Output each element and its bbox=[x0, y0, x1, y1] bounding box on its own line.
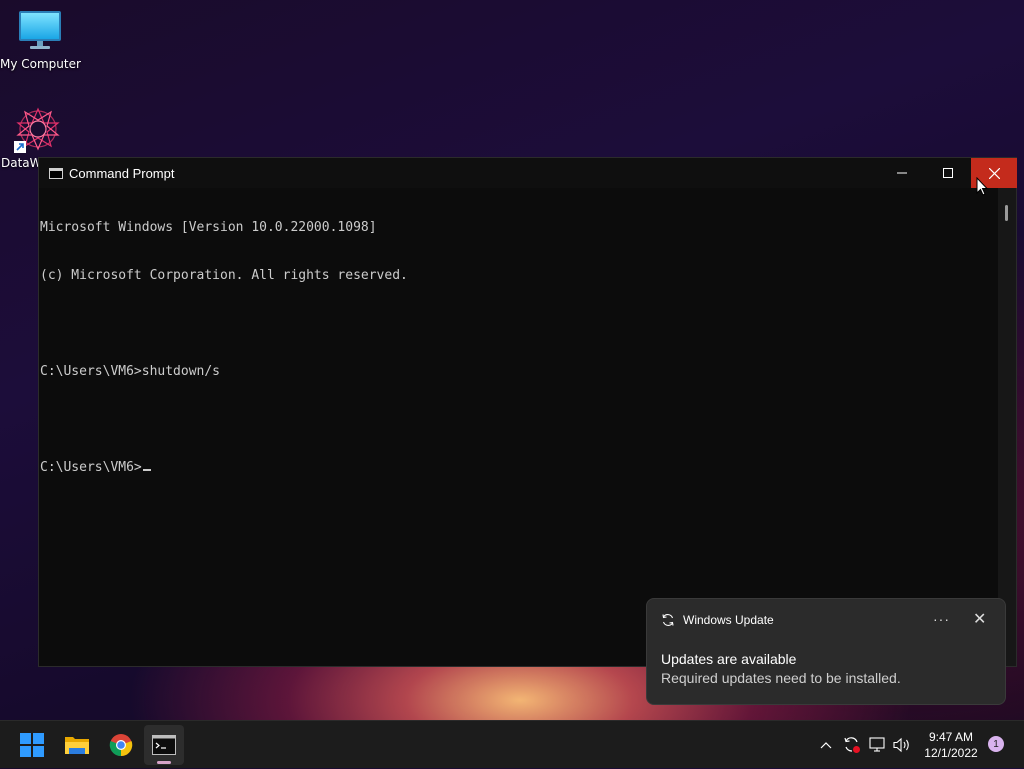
start-button[interactable] bbox=[12, 725, 52, 765]
close-icon bbox=[988, 167, 1000, 179]
system-tray bbox=[816, 721, 914, 769]
console-line: (c) Microsoft Corporation. All rights re… bbox=[40, 268, 408, 283]
windows-update-toast[interactable]: Windows Update ··· ✕ Updates are availab… bbox=[646, 598, 1006, 705]
chevron-up-icon bbox=[820, 742, 832, 749]
active-app-indicator bbox=[157, 761, 171, 764]
taskbar-file-explorer[interactable] bbox=[57, 725, 97, 765]
show-hidden-icons-button[interactable] bbox=[816, 741, 836, 749]
sync-icon bbox=[662, 614, 674, 626]
speaker-icon bbox=[893, 737, 909, 753]
minimize-icon bbox=[897, 172, 907, 174]
more-options-button[interactable]: ··· bbox=[933, 611, 950, 627]
start-icon bbox=[20, 733, 44, 757]
title-bar[interactable]: Command Prompt bbox=[39, 158, 1017, 188]
network-icon bbox=[869, 737, 885, 752]
console-line: Microsoft Windows [Version 10.0.22000.10… bbox=[40, 220, 377, 235]
update-tray-button[interactable] bbox=[838, 736, 866, 754]
maximize-button[interactable] bbox=[925, 158, 971, 188]
minimize-button[interactable] bbox=[879, 158, 925, 188]
toast-body: Required updates need to be installed. bbox=[661, 670, 901, 686]
window-title: Command Prompt bbox=[69, 165, 175, 181]
console-prompt-line[interactable]: C:\Users\VM6> bbox=[40, 460, 998, 476]
toast-app-name: Windows Update bbox=[683, 613, 774, 627]
notification-count-badge[interactable]: 1 bbox=[988, 736, 1004, 752]
toast-close-button[interactable]: ✕ bbox=[973, 609, 986, 629]
toast-title: Updates are available bbox=[661, 651, 797, 667]
clock-button[interactable]: 9:47 AM 12/1/2022 bbox=[914, 729, 988, 761]
volume-button[interactable] bbox=[890, 737, 914, 753]
desktop-icon-label: My Computer bbox=[0, 57, 81, 71]
vertical-scrollbar[interactable] bbox=[998, 188, 1016, 666]
dataw-app-icon bbox=[14, 107, 60, 153]
update-pending-icon bbox=[844, 737, 860, 753]
file-explorer-icon bbox=[65, 737, 89, 754]
text-caret bbox=[142, 469, 151, 471]
desktop-icon-my-computer[interactable]: My Computer bbox=[0, 10, 81, 71]
command-prompt-icon bbox=[152, 735, 176, 755]
taskbar: 9:47 AM 12/1/2022 bbox=[0, 720, 1024, 768]
scrollbar-thumb[interactable] bbox=[1005, 205, 1008, 221]
monitor-icon bbox=[19, 11, 61, 49]
mouse-cursor-icon bbox=[976, 177, 988, 196]
command-prompt-icon bbox=[49, 167, 63, 179]
console-output[interactable]: Microsoft Windows [Version 10.0.22000.10… bbox=[39, 188, 998, 666]
console-prompt: C:\Users\VM6> bbox=[40, 460, 142, 475]
network-button[interactable] bbox=[866, 737, 890, 753]
clock-time: 9:47 AM bbox=[928, 730, 974, 744]
clock-date: 12/1/2022 bbox=[924, 746, 978, 760]
console-line: C:\Users\VM6>shutdown/s bbox=[40, 364, 221, 379]
toast-header: Windows Update bbox=[661, 613, 774, 627]
chrome-icon bbox=[109, 734, 133, 757]
taskbar-command-prompt[interactable] bbox=[144, 725, 184, 765]
command-prompt-window[interactable]: Command Prompt Microsoft Windows [Versio… bbox=[38, 157, 1017, 667]
taskbar-chrome[interactable] bbox=[101, 725, 141, 765]
maximize-icon bbox=[943, 168, 953, 178]
